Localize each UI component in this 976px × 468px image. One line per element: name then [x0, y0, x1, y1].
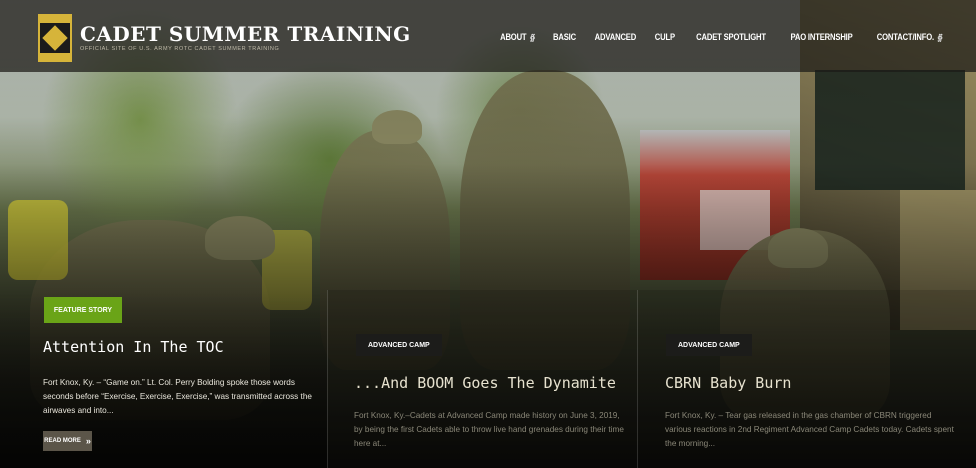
site-title[interactable]: CADET SUMMER TRAINING [80, 22, 411, 46]
story-excerpt: Fort Knox, Ky.–Cadets at Advanced Camp m… [354, 411, 624, 448]
nav-item-advanced[interactable]: ADVANCED [594, 32, 637, 42]
nav-item-label: CADET SPOTLIGHT [695, 32, 766, 42]
double-chevron-right-icon: » [85, 436, 91, 446]
story-title[interactable]: CBRN Baby Burn [665, 374, 791, 392]
feature-story-tag[interactable]: FEATURE STORY [44, 297, 122, 323]
nav-item-basic[interactable]: BASIC [553, 32, 576, 42]
logo-band-top [40, 16, 70, 23]
read-more-label: READ MORE [44, 438, 81, 444]
nav-item-contact-info[interactable]: CONTACT/INFO. ∯ [876, 32, 942, 42]
nav-item-label: ADVANCED [594, 32, 637, 42]
story-card: ADVANCED CAMP CBRN Baby Burn Fort Knox, … [637, 290, 976, 468]
story-title[interactable]: Attention In The TOC [43, 338, 224, 356]
site-logo[interactable] [38, 14, 72, 62]
nav-item-label: CULP [654, 32, 675, 42]
nav-item-label: CONTACT/INFO. [876, 32, 934, 42]
category-tag[interactable]: ADVANCED CAMP [356, 334, 442, 356]
chevron-down-icon: ∯ [529, 32, 536, 42]
logo-emblem-icon [42, 25, 68, 51]
nav-item-label: PAO INTERNSHIP [790, 32, 853, 42]
story-excerpt: Fort Knox, Ky. – Tear gas released in th… [665, 411, 954, 448]
logo-band-bottom [40, 53, 70, 60]
nav-item-label: BASIC [553, 32, 577, 42]
main-nav: ABOUT ∯ BASIC ADVANCED CULP CADET SPOTLI… [497, 32, 948, 42]
read-more-button[interactable]: READ MORE » [43, 431, 92, 451]
story-excerpt: Fort Knox, Ky. – “Game on.” Lt. Col. Per… [43, 378, 312, 415]
site-tagline: OFFICIAL SITE OF U.S. ARMY ROTC CADET SU… [80, 46, 280, 52]
category-tag[interactable]: ADVANCED CAMP [666, 334, 752, 356]
nav-item-culp[interactable]: CULP [655, 32, 675, 42]
story-title[interactable]: ...And BOOM Goes The Dynamite [354, 374, 616, 392]
site-header: CADET SUMMER TRAINING OFFICIAL SITE OF U… [0, 0, 976, 72]
story-card: ADVANCED CAMP ...And BOOM Goes The Dynam… [327, 290, 637, 468]
nav-item-about[interactable]: ABOUT ∯ [500, 32, 535, 42]
nav-item-label: ABOUT [500, 32, 527, 42]
nav-item-cadet-spotlight[interactable]: CADET SPOTLIGHT [696, 32, 766, 42]
chevron-down-icon: ∯ [936, 32, 943, 42]
story-card-feature: FEATURE STORY Attention In The TOC Fort … [0, 290, 327, 468]
nav-item-pao-internship[interactable]: PAO INTERNSHIP [790, 32, 852, 42]
